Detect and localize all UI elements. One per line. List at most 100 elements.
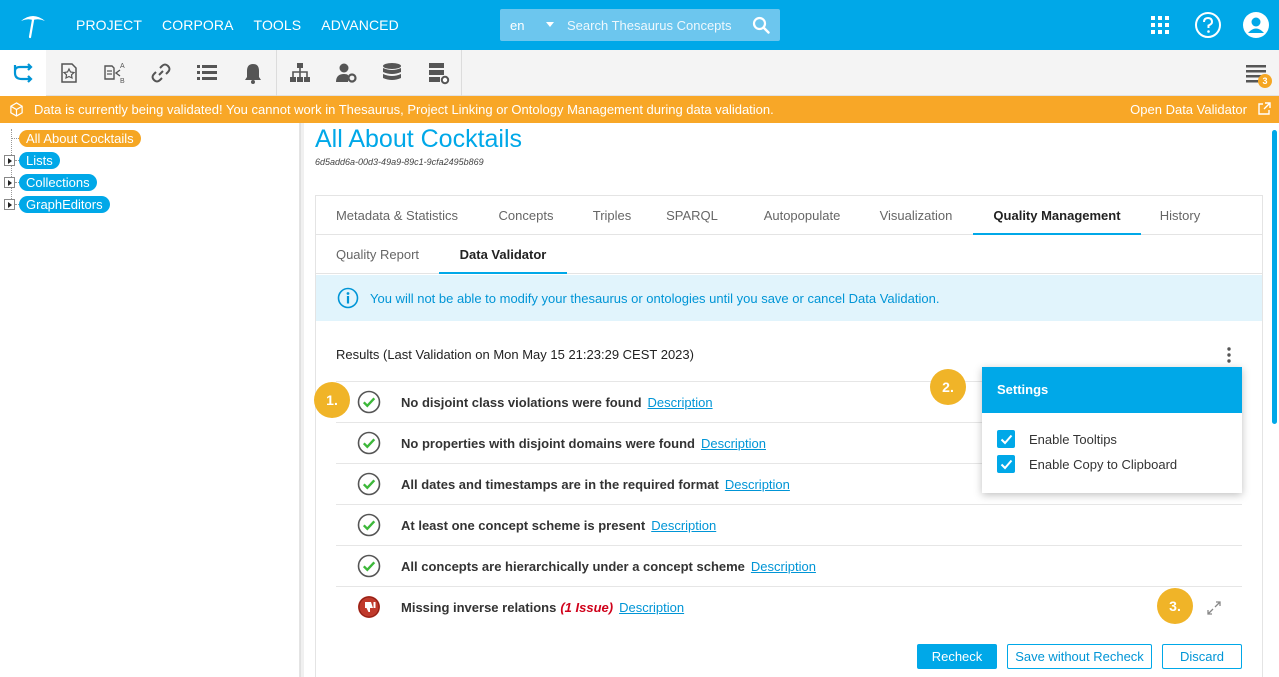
tab-sparql[interactable]: SPARQL [650,196,734,235]
user-settings-icon[interactable] [323,50,369,96]
expand-node-icon[interactable] [4,177,15,188]
search-bar: en Search Thesaurus Concepts [500,9,780,41]
issue-count: (1 Issue) [560,600,614,615]
warning-message: Data is currently being validated! You c… [34,102,774,117]
tab-visualization[interactable]: Visualization [860,196,972,235]
tree-node-grapheditors[interactable]: GraphEditors [19,196,110,213]
checkbox-label: Enable Copy to Clipboard [1029,456,1178,472]
project-tabs: Metadata & Statistics Concepts Triples S… [316,196,1262,235]
page-scrollbar[interactable] [1272,130,1277,424]
notification-list-icon[interactable] [1233,50,1279,96]
description-link[interactable]: Description [725,477,790,492]
description-link[interactable]: Description [751,559,816,574]
thesaurus-tree: All About Cocktails Lists Collections Gr… [0,123,300,677]
language-select[interactable]: en [510,18,524,33]
result-text: At least one concept scheme is present De… [401,518,716,533]
check-circle-icon [357,472,381,496]
translation-icon[interactable]: AB [92,50,138,96]
step-badge-1: 1. [314,382,350,418]
tree-node-root[interactable]: All About Cocktails [19,130,141,147]
save-without-recheck-button[interactable]: Save without Recheck [1007,644,1152,669]
database-icon[interactable] [369,50,415,96]
last-validation-timestamp: (Last Validation on Mon May 15 21:23:29 … [382,347,694,362]
description-link[interactable]: Description [701,436,766,451]
tab-metadata-statistics[interactable]: Metadata & Statistics [316,196,478,235]
cube-icon [10,102,23,117]
module-toolbar: AB [0,50,1279,96]
panel-splitter[interactable] [300,123,304,677]
tree-node-collections[interactable]: Collections [19,174,97,191]
recheck-button[interactable]: Recheck [917,644,997,669]
hierarchy-icon[interactable] [277,50,323,96]
quality-subtabs: Quality Report Data Validator [316,235,1262,274]
result-text: Missing inverse relations (1 Issue) Descri… [401,600,684,615]
enable-tooltips-option[interactable]: Enable Tooltips [997,429,1117,449]
results-header: Results (Last Validation on Mon May 15 2… [336,347,694,362]
main-menu: PROJECT CORPORA TOOLS ADVANCED [76,17,399,33]
result-text: All dates and timestamps are in the requ… [401,477,790,492]
linking-icon[interactable] [138,50,184,96]
validation-warning-bar: Data is currently being validated! You c… [0,96,1279,123]
enable-copy-option[interactable]: Enable Copy to Clipboard [997,454,1177,474]
favorites-icon[interactable] [46,50,92,96]
result-message: All dates and timestamps are in the requ… [401,477,719,492]
menu-advanced[interactable]: ADVANCED [321,17,399,33]
more-options-icon[interactable] [1224,346,1234,364]
checkmark-icon [1000,459,1012,469]
top-navigation-bar: PROJECT CORPORA TOOLS ADVANCED en Search… [0,0,1279,50]
check-circle-icon [357,431,381,455]
svg-text:A: A [120,63,125,70]
tab-concepts[interactable]: Concepts [478,196,574,235]
tree-connector [11,138,19,139]
tab-autopopulate[interactable]: Autopopulate [744,196,860,235]
chevron-down-icon[interactable] [546,22,554,27]
description-link[interactable]: Description [651,518,716,533]
open-data-validator-link[interactable]: Open Data Validator [1130,102,1247,117]
expand-node-icon[interactable] [4,155,15,166]
description-link[interactable]: Description [648,395,713,410]
result-message: All concepts are hierarchically under a … [401,559,745,574]
discard-button[interactable]: Discard [1162,644,1242,669]
server-settings-icon[interactable] [415,50,461,96]
tab-triples[interactable]: Triples [574,196,650,235]
result-message: At least one concept scheme is present [401,518,646,533]
external-link-icon[interactable] [1257,102,1271,116]
result-message: No properties with disjoint domains were… [401,436,695,451]
menu-tools[interactable]: TOOLS [254,17,302,33]
search-icon[interactable] [752,16,770,34]
help-icon[interactable] [1194,11,1222,39]
result-text: No disjoint class violations were found D… [401,395,713,410]
search-input[interactable]: Search Thesaurus Concepts [567,18,732,33]
toolbar-divider [461,50,462,96]
expand-node-icon[interactable] [4,199,15,210]
tree-node-lists[interactable]: Lists [19,152,60,169]
subtab-quality-report[interactable]: Quality Report [316,235,439,274]
checkbox-label: Enable Tooltips [1029,431,1117,447]
tree-connector [11,129,12,205]
expand-icon[interactable] [1206,600,1222,616]
user-account-icon[interactable] [1242,11,1270,39]
result-row: Missing inverse relations (1 Issue) Descri… [336,586,1242,627]
menu-project[interactable]: PROJECT [76,17,142,33]
app-logo-icon[interactable] [18,10,48,40]
apps-grid-icon[interactable] [1146,11,1174,39]
check-circle-icon [357,554,381,578]
tab-history[interactable]: History [1146,196,1214,235]
info-message: You will not be able to modify your thes… [370,291,940,306]
notification-count-badge: 3 [1258,74,1272,88]
menu-corpora[interactable]: CORPORA [162,17,234,33]
result-row: At least one concept scheme is present De… [336,504,1242,545]
tab-quality-management[interactable]: Quality Management [973,196,1141,235]
notifications-icon[interactable] [230,50,276,96]
list-icon[interactable] [184,50,230,96]
checkmark-icon [1000,434,1012,444]
copy-clipboard-checkbox[interactable] [997,455,1015,473]
settings-title: Settings [982,367,1242,413]
result-text: All concepts are hierarchically under a … [401,559,816,574]
info-banner: You will not be able to modify your thes… [316,275,1262,321]
subtab-data-validator[interactable]: Data Validator [439,235,567,274]
tooltips-checkbox[interactable] [997,430,1015,448]
results-label: Results [336,347,380,362]
thesaurus-tree-icon[interactable] [0,50,46,96]
description-link[interactable]: Description [619,600,684,615]
